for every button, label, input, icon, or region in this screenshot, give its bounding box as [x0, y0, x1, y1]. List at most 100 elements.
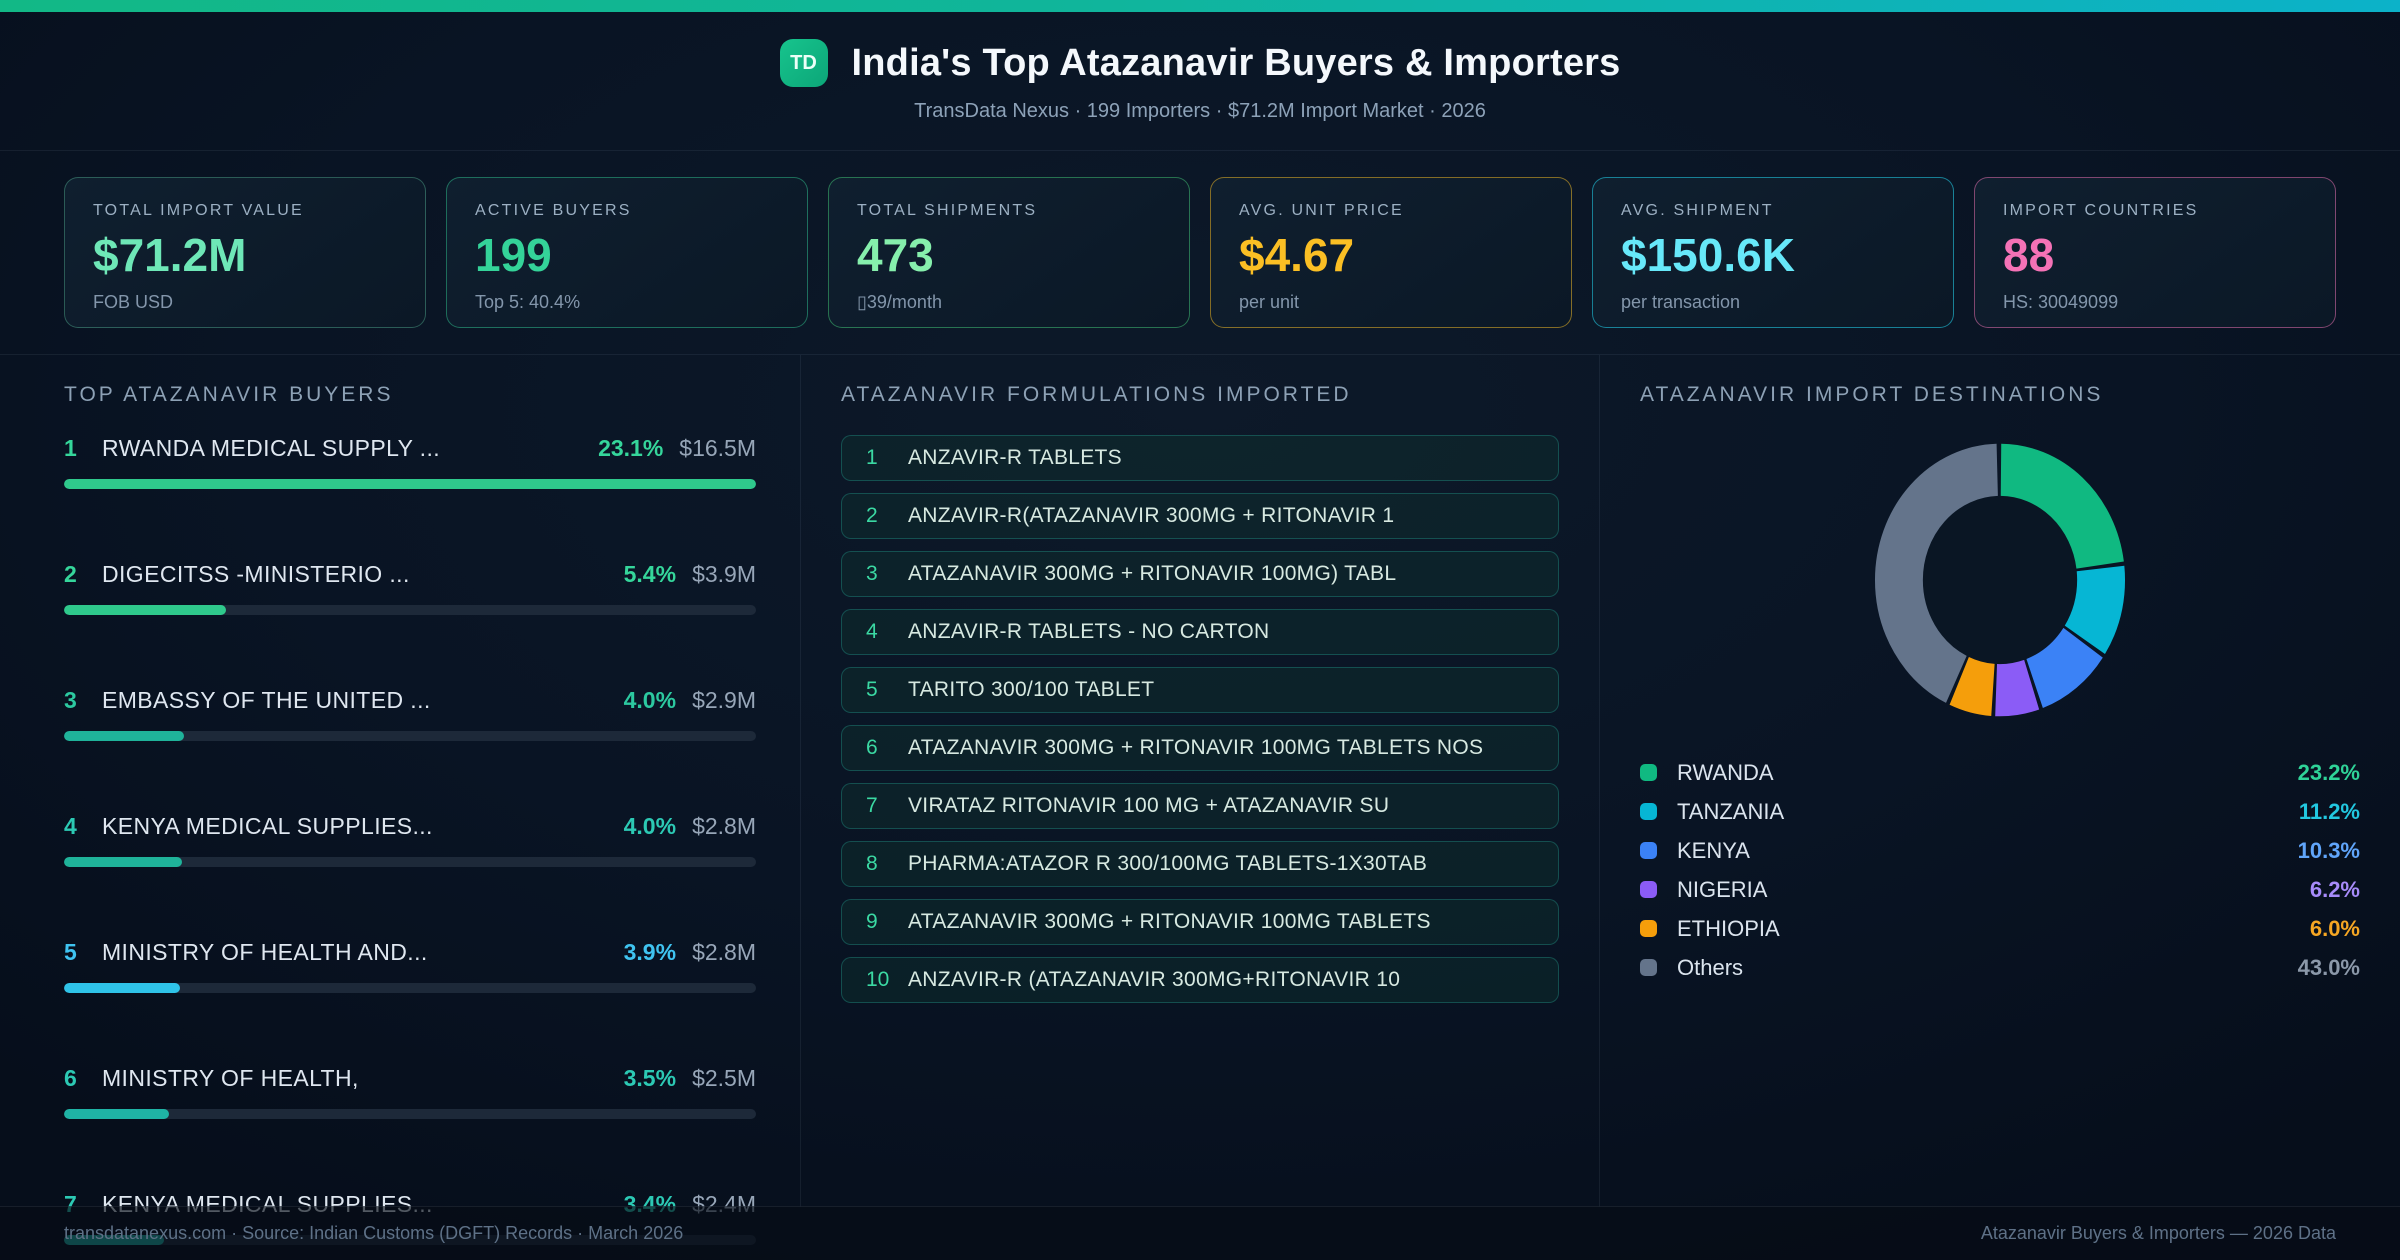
formulation-item: 9 ATAZANAVIR 300MG + RITONAVIR 100MG TABL… [841, 899, 1559, 945]
legend-row: NIGERIA 6.2% [1640, 870, 2360, 909]
buyer-name: KENYA MEDICAL SUPPLIES... [102, 813, 433, 839]
formulation-name: VIRATAZ RITONAVIR 100 MG + ATAZANAVIR SU [908, 794, 1390, 817]
formulation-name: ANZAVIR-R (ATAZANAVIR 300MG+RITONAVIR 10 [908, 968, 1401, 991]
formulation-name: ANZAVIR-R TABLETS - NO CARTON [908, 620, 1270, 643]
formulation-name: ATAZANAVIR 300MG + RITONAVIR 100MG) TABL [908, 562, 1397, 585]
stat-sub: ▯39/month [857, 292, 942, 312]
buyer-row-header: 3 EMBASSY OF THE UNITED ... 4.0% $2.9M [64, 687, 756, 714]
buyer-percent: 4.0% [623, 687, 677, 713]
formulation-rank: 10 [866, 968, 890, 991]
formulation-item: 1 ANZAVIR-R TABLETS [841, 435, 1559, 481]
buyer-name: RWANDA MEDICAL SUPPLY ... [102, 435, 441, 461]
buyer-row-header: 1 RWANDA MEDICAL SUPPLY ... 23.1% $16.5M [64, 435, 756, 462]
formulation-rank: 6 [866, 736, 878, 759]
stat-label: AVG. UNIT PRICE [1239, 202, 1404, 219]
buyer-progress-fill [64, 479, 756, 489]
legend-row: KENYA 10.3% [1640, 831, 2360, 870]
buyer-row-header: 6 MINISTRY OF HEALTH, 3.5% $2.5M [64, 1065, 756, 1092]
legend-value: 11.2% [2298, 798, 2360, 824]
buyer-rank: 2 [64, 561, 77, 587]
stat-card: TOTAL IMPORT VALUE $71.2M FOB USD [64, 177, 426, 328]
buyer-row: 1 RWANDA MEDICAL SUPPLY ... 23.1% $16.5M [64, 435, 756, 489]
legend-label: NIGERIA [1677, 876, 1768, 902]
buyer-name: MINISTRY OF HEALTH AND... [102, 939, 428, 965]
stat-value: $4.67 [1239, 229, 1355, 281]
stat-sub: HS: 30049099 [2003, 292, 2119, 312]
stat-card: TOTAL SHIPMENTS 473 ▯39/month [828, 177, 1190, 328]
legend-row: Others 43.0% [1640, 948, 2360, 987]
dashboard-page: TD India's Top Atazanavir Buyers & Impor… [0, 0, 2400, 1260]
buyer-value: $2.8M [692, 939, 756, 965]
destinations-panel-title: ATAZANAVIR IMPORT DESTINATIONS [1640, 383, 2104, 406]
buyer-progress-track [64, 1109, 756, 1119]
buyer-percent: 23.1% [598, 435, 664, 461]
formulation-item: 7 VIRATAZ RITONAVIR 100 MG + ATAZANAVIR S… [841, 783, 1559, 829]
formulation-item: 4 ANZAVIR-R TABLETS - NO CARTON [841, 609, 1559, 655]
legend-swatch [1640, 764, 1657, 781]
buyer-progress-fill [64, 731, 185, 741]
buyer-row-header: 2 DIGECITSS -MINISTERIO ... 5.4% $3.9M [64, 561, 756, 588]
formulation-item: 6 ATAZANAVIR 300MG + RITONAVIR 100MG TABL… [841, 725, 1559, 771]
footer-report-text: Atazanavir Buyers & Importers — 2026 Dat… [1980, 1223, 2336, 1243]
legend-value: 6.0% [2309, 915, 2360, 941]
buyer-rank: 6 [64, 1065, 77, 1091]
stat-label: ACTIVE BUYERS [475, 202, 632, 219]
formulation-name: PHARMA:ATAZOR R 300/100MG TABLETS-1X30TA… [908, 852, 1428, 875]
formulation-item: 5 TARITO 300/100 TABLET [841, 667, 1559, 713]
donut-chart [1874, 443, 2126, 717]
brand-badge: TD [779, 39, 828, 87]
stat-card: ACTIVE BUYERS 199 Top 5: 40.4% [446, 177, 808, 328]
buyer-row: 2 DIGECITSS -MINISTERIO ... 5.4% $3.9M [64, 561, 756, 615]
formulation-item: 3 ATAZANAVIR 300MG + RITONAVIR 100MG) TAB… [841, 551, 1559, 597]
legend-value: 10.3% [2297, 837, 2360, 863]
stat-label: TOTAL SHIPMENTS [857, 202, 1038, 219]
buyer-value: $2.5M [692, 1065, 756, 1091]
legend-label: TANZANIA [1677, 798, 1785, 824]
stat-value: $71.2M [93, 229, 247, 281]
formulation-rank: 4 [866, 620, 878, 643]
buyer-value: $2.8M [692, 813, 756, 839]
formulation-item: 8 PHARMA:ATAZOR R 300/100MG TABLETS-1X30T… [841, 841, 1559, 887]
stat-sub: per transaction [1621, 292, 1741, 312]
buyer-name: EMBASSY OF THE UNITED ... [102, 687, 431, 713]
buyer-progress-fill [64, 857, 182, 867]
stat-label: AVG. SHIPMENT [1621, 202, 1774, 219]
buyer-rank: 4 [64, 813, 77, 839]
buyer-progress-track [64, 731, 756, 741]
legend-swatch [1640, 803, 1657, 820]
stat-sub: per unit [1239, 292, 1300, 312]
stat-value: 473 [857, 229, 934, 281]
formulation-name: TARITO 300/100 TABLET [908, 678, 1155, 701]
buyer-percent: 5.4% [623, 561, 677, 587]
stats-row: TOTAL IMPORT VALUE $71.2M FOB USD ACTIVE BU… [0, 151, 2400, 355]
formulation-rank: 5 [866, 678, 878, 701]
buyers-list: 1 RWANDA MEDICAL SUPPLY ... 23.1% $16.5M 2 DI… [64, 435, 756, 1245]
buyer-progress-fill [64, 983, 181, 993]
legend-label: KENYA [1677, 837, 1750, 863]
buyer-progress-track [64, 857, 756, 867]
stat-value: 88 [2003, 229, 2055, 281]
legend-value: 23.2% [2297, 759, 2360, 785]
page-title: India's Top Atazanavir Buyers & Importer… [851, 41, 1621, 84]
buyer-percent: 3.9% [623, 939, 677, 965]
formulation-rank: 2 [866, 504, 878, 527]
buyer-value: $3.9M [692, 561, 756, 587]
formulation-rank: 1 [866, 446, 878, 469]
stat-card: AVG. UNIT PRICE $4.67 per unit [1210, 177, 1572, 328]
page-subtitle: TransData Nexus · 199 Importers · $71.2M… [914, 100, 1486, 122]
top-accent-bar [0, 0, 2400, 12]
formulations-panel: ATAZANAVIR FORMULATIONS IMPORTED 1 ANZAVI… [800, 355, 1600, 1207]
header: TD India's Top Atazanavir Buyers & Impor… [0, 12, 2400, 151]
buyer-progress-track [64, 983, 756, 993]
main-columns: TOP ATAZANAVIR BUYERS 1 RWANDA MEDICAL SU… [0, 355, 2400, 1245]
legend-label: Others [1677, 954, 1744, 980]
buyer-rank: 3 [64, 687, 77, 713]
buyer-rank: 5 [64, 939, 77, 965]
formulation-rank: 3 [866, 562, 878, 585]
buyer-row-header: 5 MINISTRY OF HEALTH AND... 3.9% $2.8M [64, 939, 756, 966]
legend-row: RWANDA 23.2% [1640, 753, 2360, 792]
buyer-value: $2.9M [692, 687, 756, 713]
formulation-item: 2 ANZAVIR-R(ATAZANAVIR 300MG + RITONAVIR … [841, 493, 1559, 539]
buyers-panel: TOP ATAZANAVIR BUYERS 1 RWANDA MEDICAL SU… [0, 355, 800, 1245]
buyer-rank: 1 [64, 435, 77, 461]
